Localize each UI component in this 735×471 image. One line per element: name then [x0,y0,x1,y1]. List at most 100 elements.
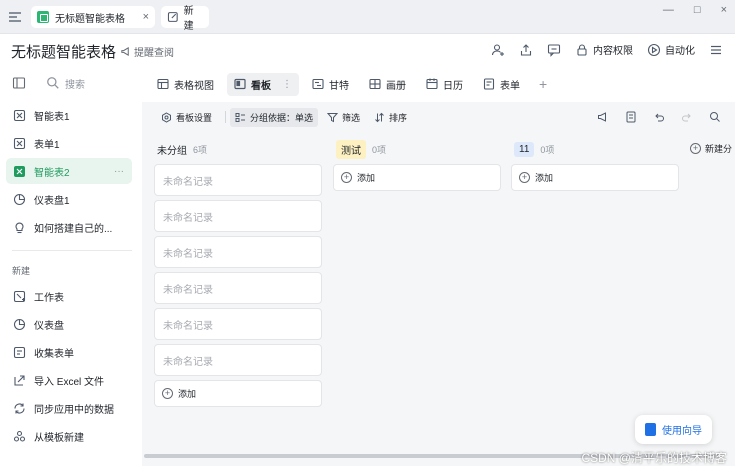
add-record-button[interactable]: + 添加 [154,380,322,407]
filter-icon [327,112,339,122]
dashboard-icon [13,318,26,330]
new-from-template-button[interactable]: 从模板新建 [6,423,132,449]
record-card[interactable]: 未命名记录 [154,344,322,376]
dashboard-icon [13,193,26,205]
kanban-column-ungrouped: 未分组 6项 未命名记录 未命名记录 未命名记录 未命名记录 未命名记录 未命名… [154,138,322,407]
minimize-icon[interactable]: — [663,4,674,16]
sidebar-top: 搜索 [0,66,140,100]
tab-calendar[interactable]: 日历 [419,73,470,96]
column-title: 测试 [336,139,366,159]
tab-label: 看板 [251,80,271,92]
comment-icon[interactable] [547,43,561,57]
column-title: 11 [514,141,535,157]
tab-more-icon[interactable]: ⋮ [282,79,292,90]
sync-data-button[interactable]: 同步应用中的数据 [6,395,132,421]
sort-icon [375,112,384,122]
hamburger-menu-icon[interactable] [709,43,723,57]
announce-icon[interactable] [597,111,609,123]
tab-close-icon[interactable]: × [143,11,149,23]
sidebar-item-smart-table-2[interactable]: 智能表2 ··· [6,158,132,184]
sidebar: 搜索 智能表1 表单1 智能表2 ··· 仪表盘1 如何搭建自己的... 新建 … [0,66,140,471]
view-tabs: 表格视图 看板 ⋮ 甘特 画册 日历 表单 + [142,66,735,102]
add-label: 添加 [535,173,554,183]
tab-gantt[interactable]: 甘特 [305,73,356,96]
add-view-icon[interactable]: + [539,76,547,92]
guide-label: 使用向导 [662,426,702,437]
reminder-button[interactable]: 提醒查阅 [120,44,174,59]
page-title[interactable]: 无标题智能表格 [11,41,116,62]
add-record-button[interactable]: + 添加 [511,164,679,191]
maximize-icon[interactable]: □ [694,4,701,16]
sync-icon [14,403,25,413]
automation-button[interactable]: 自动化 [647,42,695,57]
tab-form[interactable]: 表单 [476,73,527,96]
sidebar-item-dashboard-1[interactable]: 仪表盘1 [6,186,132,212]
tab-new[interactable]: 新建 [161,6,209,32]
record-card[interactable]: 未命名记录 [154,164,322,196]
window-controls: — □ × [663,4,727,16]
usage-guide-button[interactable]: 使用向导 [635,415,712,444]
lightbulb-icon [15,222,24,233]
sidebar-item-smart-table-1[interactable]: 智能表1 [6,102,132,128]
sort-button[interactable]: 排序 [369,108,412,127]
smart-table-doc-icon [37,11,49,23]
sidebar-divider [12,250,132,251]
add-record-button[interactable]: + 添加 [333,164,501,191]
search-input[interactable]: 搜索 [46,76,85,91]
record-card[interactable]: 未命名记录 [154,200,322,232]
smart-table-icon [13,109,26,121]
more-options-icon[interactable]: ··· [114,166,124,177]
tab-kanban[interactable]: 看板 ⋮ [227,72,299,96]
group-icon [235,112,246,122]
record-card[interactable]: 未命名记录 [154,236,322,268]
tab-current-document[interactable]: 无标题智能表格 × [31,6,155,28]
group-by-button[interactable]: 分组依据：单选 [230,107,319,127]
column-header: 11 0项 [511,138,679,160]
column-title: 未分组 [157,145,187,157]
tab-grid-view[interactable]: 表格视图 [150,73,221,96]
grid-view-icon [157,78,169,90]
permission-button[interactable]: 内容权限 [575,42,633,57]
tab-gallery[interactable]: 画册 [362,73,413,96]
search-icon[interactable] [709,111,721,123]
undo-icon[interactable] [653,111,665,123]
new-item-label: 导入 Excel 文件 [34,376,105,388]
sidebar-item-how-to-build[interactable]: 如何搭建自己的... [6,214,132,240]
form-icon [13,137,26,149]
add-circle-icon: + [162,388,173,399]
add-circle-icon: + [341,172,352,183]
redo-icon[interactable] [681,111,693,123]
toolbar-right [597,111,721,123]
main-area: 表格视图 看板 ⋮ 甘特 画册 日历 表单 + 看板设置 分组依据：单选 筛选 … [142,66,735,471]
new-collect-form-button[interactable]: 收集表单 [6,339,132,365]
new-item-label: 仪表盘 [34,320,64,332]
record-card[interactable]: 未命名记录 [154,308,322,340]
new-item-label: 从模板新建 [34,432,84,444]
record-card[interactable]: 未命名记录 [154,272,322,304]
menu-list-icon[interactable] [6,8,24,26]
filter-button[interactable]: 筛选 [322,108,365,127]
import-excel-button[interactable]: 导入 Excel 文件 [6,367,132,393]
reminder-label: 提醒查阅 [134,48,174,59]
record-icon[interactable] [625,111,637,123]
template-icon [13,430,26,442]
toolbar-divider [225,111,227,123]
window-close-icon[interactable]: × [721,4,727,16]
search-icon [47,77,59,89]
kanban-board: 看板设置 分组依据：单选 筛选 排序 未分组 6项 未命名记录 未命名记录 未命… [142,102,735,466]
board-settings-label: 看板设置 [176,112,213,123]
automation-label: 自动化 [665,46,695,57]
new-worksheet-button[interactable]: 工作表 [6,283,132,309]
column-count: 0项 [540,144,555,155]
sort-label: 排序 [389,112,408,123]
add-collaborator-icon[interactable] [491,43,505,57]
sidebar-item-label: 智能表2 [34,167,70,179]
sidebar-toggle-icon[interactable] [12,76,26,90]
new-group-button[interactable]: + 新建分 [690,142,732,155]
share-icon[interactable] [519,43,533,57]
new-dashboard-button[interactable]: 仪表盘 [6,311,132,337]
sidebar-item-label: 如何搭建自己的... [34,223,113,235]
board-settings-button[interactable]: 看板设置 [156,108,217,127]
add-label: 添加 [178,389,197,399]
sidebar-item-form-1[interactable]: 表单1 [6,130,132,156]
